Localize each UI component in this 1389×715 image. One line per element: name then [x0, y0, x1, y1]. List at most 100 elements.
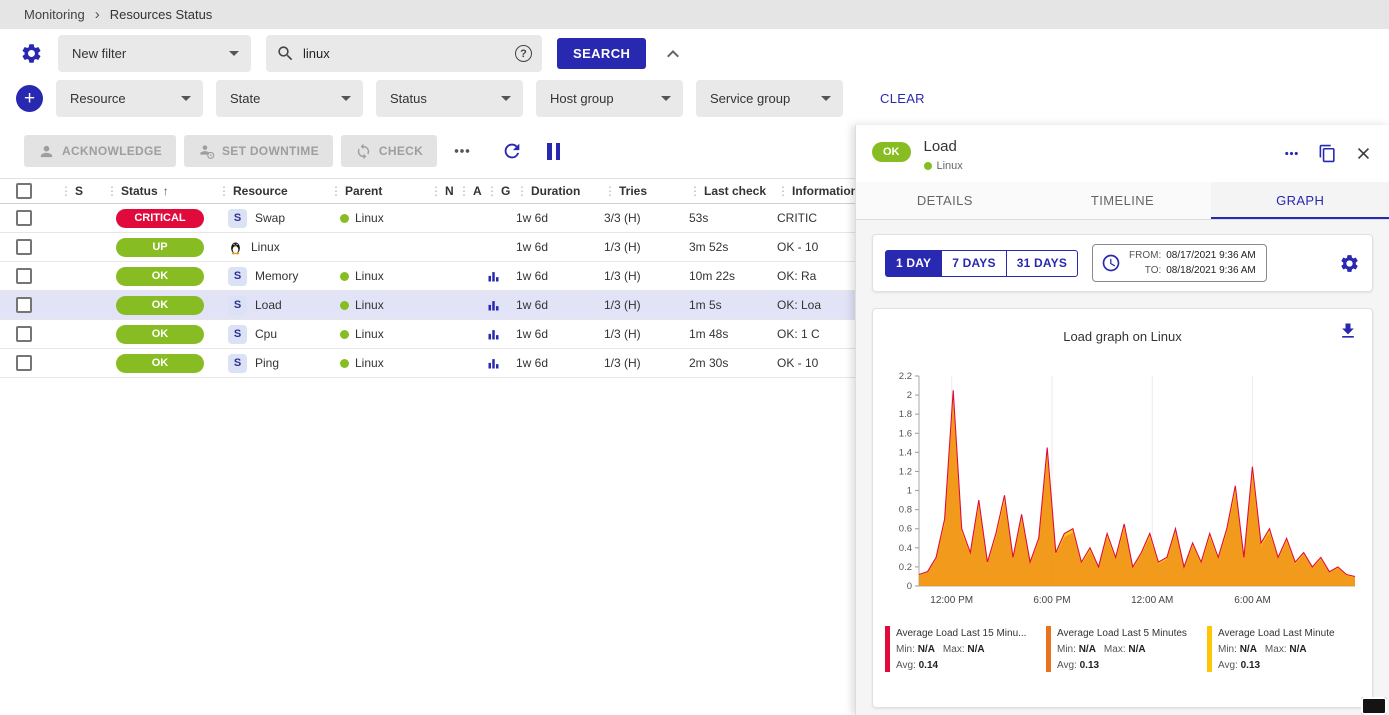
graph-settings-gear-icon[interactable] [1339, 253, 1360, 274]
row-checkbox[interactable] [16, 297, 32, 313]
drag-handle-icon: ⋮ [486, 184, 498, 198]
load-chart[interactable]: 00.20.40.60.811.21.41.61.822.212:00 PM6:… [883, 368, 1363, 616]
legend-item[interactable]: Average Load Last 15 Minu... Min: N/AMax… [885, 626, 1038, 674]
drag-handle-icon: ⋮ [60, 184, 72, 198]
breadcrumb-item-monitoring[interactable]: Monitoring [24, 7, 85, 22]
column-header-resource[interactable]: ⋮Resource [216, 184, 328, 198]
clear-filters-button[interactable]: CLEAR [880, 91, 925, 106]
saved-filter-value: New filter [72, 46, 126, 61]
search-button[interactable]: SEARCH [557, 38, 646, 69]
graph-icon[interactable] [486, 298, 501, 313]
column-header-parent[interactable]: ⋮Parent [328, 184, 428, 198]
last-check-value: 3m 52s [687, 233, 775, 261]
status-select[interactable]: Status [376, 80, 523, 117]
filter-settings-gear-icon[interactable] [20, 42, 43, 65]
select-label: State [230, 91, 260, 106]
tries-value: 3/3 (H) [602, 204, 687, 232]
tries-value: 1/3 (H) [602, 291, 687, 319]
search-icon [276, 44, 295, 63]
svg-text:0.2: 0.2 [899, 562, 912, 573]
graph-icon[interactable] [486, 356, 501, 371]
tries-value: 1/3 (H) [602, 320, 687, 348]
service-group-select[interactable]: Service group [696, 80, 843, 117]
details-panel: OK Load Linux DETAILS TIMELINE GRAPH 1 D… [855, 125, 1389, 715]
svg-text:2.2: 2.2 [899, 371, 912, 382]
resource-select[interactable]: Resource [56, 80, 203, 117]
host-status-dot [924, 162, 932, 170]
check-button[interactable]: CHECK [341, 135, 437, 167]
duration-value: 1w 6d [514, 349, 602, 377]
set-downtime-button[interactable]: SET DOWNTIME [184, 135, 333, 167]
pause-icon[interactable] [547, 143, 560, 160]
help-icon[interactable]: ? [515, 45, 532, 62]
search-box[interactable]: ? [266, 35, 542, 72]
svg-text:2: 2 [907, 390, 912, 401]
column-header-n[interactable]: ⋮N [428, 184, 456, 198]
legend-series-name: Average Load Last Minute [1218, 626, 1335, 642]
state-select[interactable]: State [216, 80, 363, 117]
graph-title: Load graph on Linux [883, 329, 1362, 344]
tab-details[interactable]: DETAILS [856, 182, 1034, 219]
corner-widget-icon[interactable] [1361, 697, 1387, 715]
duration-value: 1w 6d [514, 291, 602, 319]
drag-handle-icon: ⋮ [430, 184, 442, 198]
period-7-days-button[interactable]: 7 DAYS [941, 250, 1006, 277]
row-checkbox[interactable] [16, 326, 32, 342]
select-all-checkbox[interactable] [16, 183, 32, 199]
svg-text:12:00 AM: 12:00 AM [1131, 595, 1173, 606]
row-checkbox[interactable] [16, 268, 32, 284]
select-label: Service group [710, 91, 790, 106]
duration-value: 1w 6d [514, 320, 602, 348]
acknowledge-button[interactable]: ACKNOWLEDGE [24, 135, 176, 167]
tries-value: 1/3 (H) [602, 349, 687, 377]
host-group-select[interactable]: Host group [536, 80, 683, 117]
service-icon: S [228, 325, 247, 344]
saved-filter-select[interactable]: New filter [58, 35, 251, 72]
drag-handle-icon: ⋮ [689, 184, 701, 198]
chevron-down-icon [229, 51, 239, 56]
row-checkbox[interactable] [16, 210, 32, 226]
legend-item[interactable]: Average Load Last Minute Min: N/AMax: N/… [1207, 626, 1360, 674]
column-header-severity[interactable]: ⋮S [58, 184, 104, 198]
legend-series-name: Average Load Last 5 Minutes [1057, 626, 1187, 642]
host-status-dot [340, 330, 349, 339]
date-range-picker[interactable]: FROM: 08/17/2021 9:36 AM TO: 08/18/2021 … [1092, 244, 1267, 282]
close-icon[interactable] [1354, 144, 1373, 163]
add-filter-button[interactable]: + [16, 85, 43, 112]
sort-asc-icon: ↑ [163, 184, 169, 198]
legend-color-bar [1046, 626, 1051, 672]
row-checkbox[interactable] [16, 355, 32, 371]
legend-series-name: Average Load Last 15 Minu... [896, 626, 1026, 642]
row-checkbox[interactable] [16, 239, 32, 255]
tab-timeline[interactable]: TIMELINE [1034, 182, 1212, 219]
graph-icon[interactable] [486, 269, 501, 284]
column-header-a[interactable]: ⋮A [456, 184, 484, 198]
graph-icon[interactable] [486, 327, 501, 342]
tab-graph[interactable]: GRAPH [1211, 182, 1389, 219]
refresh-icon[interactable] [487, 140, 523, 162]
more-actions-icon[interactable] [445, 140, 479, 162]
search-input[interactable] [303, 46, 507, 61]
legend-item[interactable]: Average Load Last 5 Minutes Min: N/AMax:… [1046, 626, 1199, 674]
status-badge: OK [116, 267, 204, 286]
column-header-tries[interactable]: ⋮Tries [602, 184, 687, 198]
column-header-g[interactable]: ⋮G [484, 184, 514, 198]
host-status-dot [340, 214, 349, 223]
svg-text:1.6: 1.6 [899, 428, 912, 439]
panel-status-badge: OK [872, 142, 911, 162]
column-header-last-check[interactable]: ⋮Last check [687, 184, 775, 198]
filter-bar: New filter ? SEARCH [20, 35, 1389, 72]
period-31-days-button[interactable]: 31 DAYS [1006, 250, 1078, 277]
column-header-duration[interactable]: ⋮Duration [514, 184, 602, 198]
download-icon[interactable] [1338, 321, 1358, 341]
chevron-up-icon[interactable] [661, 42, 685, 66]
svg-text:0.4: 0.4 [899, 543, 912, 554]
copy-link-icon[interactable] [1318, 144, 1337, 163]
panel-more-actions-icon[interactable] [1282, 144, 1301, 163]
host-status-dot [340, 272, 349, 281]
check-sync-icon [355, 143, 372, 160]
period-1-day-button[interactable]: 1 DAY [885, 250, 942, 277]
column-header-status[interactable]: ⋮Status↑ [104, 184, 216, 198]
host-status-dot [340, 301, 349, 310]
chevron-down-icon [181, 96, 191, 101]
